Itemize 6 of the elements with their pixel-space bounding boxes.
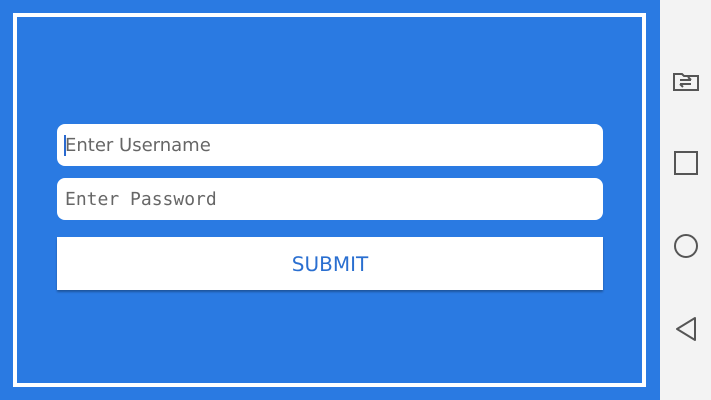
back-icon[interactable] bbox=[674, 316, 698, 342]
home-icon[interactable] bbox=[672, 232, 698, 258]
password-field[interactable]: Enter Password bbox=[57, 178, 603, 220]
username-field[interactable]: Enter Username bbox=[57, 124, 603, 166]
recents-icon[interactable] bbox=[672, 150, 698, 176]
submit-button[interactable]: SUBMIT bbox=[57, 237, 603, 290]
